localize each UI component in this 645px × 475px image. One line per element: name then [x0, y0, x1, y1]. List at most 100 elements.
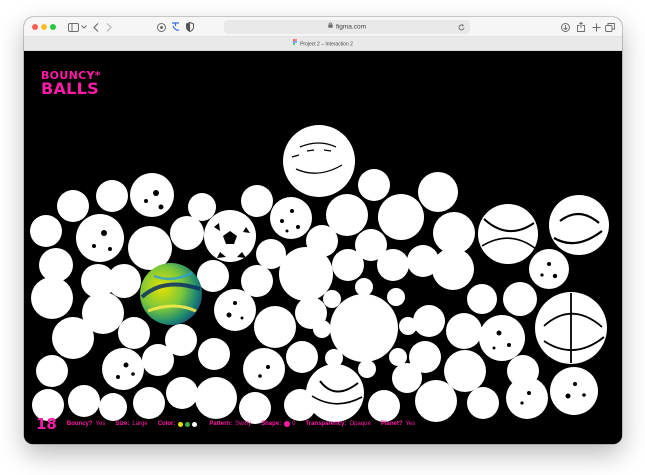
ball [467, 387, 499, 419]
ball [36, 355, 68, 387]
filter-pattern[interactable]: Pattern: Swirly [209, 421, 251, 427]
back-icon[interactable] [91, 21, 101, 33]
circle-shape-icon [284, 421, 291, 427]
ball [241, 185, 273, 217]
planet-ball [140, 263, 202, 325]
address-bar[interactable]: figma.com [224, 20, 470, 34]
color-swatch-white[interactable] [192, 421, 198, 427]
extension-icon[interactable] [155, 21, 167, 33]
ball-count: 18 [36, 415, 57, 433]
ball [107, 264, 141, 298]
maximize-window-button[interactable] [50, 24, 56, 30]
filter-shape-label: Shape: [261, 421, 282, 427]
ball [254, 306, 296, 348]
filter-transparency-value: Opaque [349, 421, 371, 427]
ball [214, 289, 256, 331]
filter-planet[interactable]: Planet? Yes [381, 421, 415, 427]
filter-bouncy[interactable]: Bouncy? Yes [67, 421, 105, 427]
ball [188, 193, 216, 221]
sidebar-icon[interactable] [66, 21, 80, 33]
ball [503, 282, 537, 316]
browser-toolbar: figma.com [24, 17, 622, 37]
color-swatch-green[interactable] [185, 421, 191, 427]
filter-pattern-label: Pattern: [209, 421, 233, 427]
ball [286, 341, 318, 373]
ball [96, 180, 128, 212]
ball [133, 387, 165, 419]
ball [377, 249, 409, 281]
ball [195, 377, 237, 419]
ball [197, 260, 229, 292]
color-swatch-yellow[interactable] [178, 421, 184, 427]
ball [243, 348, 285, 390]
tab-overview-icon[interactable] [604, 21, 616, 33]
ball [166, 377, 198, 409]
reload-icon[interactable] [458, 23, 465, 37]
lock-icon [328, 20, 333, 34]
forward-icon[interactable] [104, 21, 114, 33]
filter-bouncy-value: Yes [95, 421, 106, 427]
translate-icon[interactable] [169, 21, 181, 33]
filter-size-value: Large [132, 421, 148, 427]
filter-bar: 18 Bouncy? Yes Size: Large Color: Patter… [36, 415, 425, 433]
ball [418, 172, 458, 212]
balls-collection [30, 125, 609, 424]
ball [279, 247, 333, 301]
ball-cluster [30, 125, 609, 424]
ball [413, 305, 445, 337]
ball [57, 190, 89, 222]
filter-planet-label: Planet? [380, 421, 403, 427]
ball [306, 364, 364, 422]
ball [478, 204, 538, 264]
url-text: figma.com [336, 23, 366, 31]
ball [142, 344, 174, 376]
ball [130, 173, 174, 217]
filter-bouncy-label: Bouncy? [66, 421, 93, 427]
ball [467, 284, 497, 314]
ball [128, 226, 172, 270]
filter-size-label: Size: [115, 421, 130, 427]
ball [378, 194, 424, 240]
ball [170, 216, 204, 250]
ball [76, 214, 124, 262]
spiky-ball [313, 278, 417, 378]
close-window-button[interactable] [32, 24, 38, 30]
filter-transparency[interactable]: Transparency: Opaque [305, 421, 370, 427]
new-tab-icon[interactable] [590, 21, 602, 33]
ball [68, 385, 100, 417]
filter-shape[interactable]: Shape: 0 [261, 421, 295, 427]
ball [52, 317, 94, 359]
ball [479, 315, 525, 361]
ball [358, 169, 390, 201]
ball [392, 363, 422, 393]
filter-planet-value: Yes [405, 421, 416, 427]
ball [31, 277, 73, 319]
tab-title: Project 2 – Interaction 2 [300, 41, 353, 48]
ball [549, 195, 609, 255]
ball [102, 348, 144, 390]
ball [30, 215, 62, 247]
ball [118, 317, 150, 349]
ball [39, 248, 73, 282]
chevron-down-icon[interactable] [80, 21, 88, 33]
shield-icon[interactable] [184, 21, 196, 33]
figma-logo-icon [293, 37, 298, 51]
share-icon[interactable] [575, 21, 587, 33]
prototype-canvas: BOUNCY* BALLS 18 Bouncy? Yes Size: Large… [24, 51, 622, 444]
ball [550, 367, 598, 415]
filter-pattern-value: Swirly [235, 421, 252, 427]
download-icon[interactable] [559, 21, 571, 33]
filter-color[interactable]: Color: [158, 421, 200, 427]
minimize-window-button[interactable] [41, 24, 47, 30]
ball [446, 313, 482, 349]
ball [270, 197, 312, 239]
filter-size[interactable]: Size: Large [115, 421, 147, 427]
filter-transparency-label: Transparency: [305, 421, 347, 427]
ball [529, 249, 569, 289]
ball [433, 212, 475, 254]
ball [283, 125, 355, 197]
ball [332, 249, 364, 281]
tab-bar[interactable]: Project 2 – Interaction 2 [24, 37, 622, 51]
filter-color-label: Color: [157, 421, 176, 427]
ball [432, 248, 474, 290]
